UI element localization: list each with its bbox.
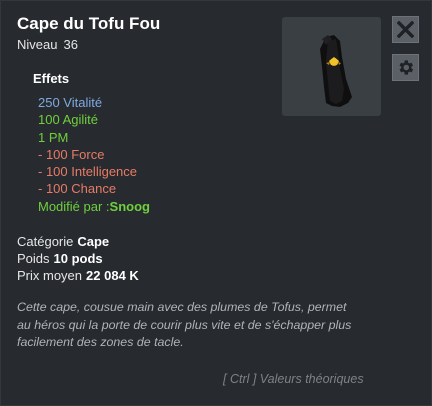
effect-line: 1 PM [38,129,69,145]
effect-line: - 100 Chance [38,181,117,197]
modified-by-line: Modifié par :Snoog [38,198,150,215]
effect-line: - 100 Force [38,146,105,162]
price-value: 22 084 K [86,268,139,283]
category-row: Catégorie Cape [17,233,139,250]
item-level: Niveau 36 [17,37,78,52]
effects-list: 250 Vitalité 100 Agilité 1 PM - 100 Forc… [38,94,150,215]
price-row: Prix moyen 22 084 K [17,267,139,284]
effects-title: Effets [33,71,70,86]
effect-line: 100 Agilité [38,112,98,128]
level-label: Niveau [17,37,58,52]
category-label: Catégorie [17,234,74,249]
item-image [282,17,381,116]
item-tooltip-panel: Cape du Tofu Fou Niveau 36 Effets 250 Vit… [0,0,432,406]
settings-button[interactable] [392,54,419,81]
modified-by-label: Modifié par : [38,198,110,214]
modified-by-name: Snoog [109,198,150,214]
gear-icon [399,60,414,75]
weight-value: 10 pods [53,251,103,266]
cape-illustration [320,35,352,107]
close-icon [397,21,414,38]
item-name: Cape du Tofu Fou [17,14,161,33]
ctrl-hint: [ Ctrl ] Valeurs théoriques [223,372,364,386]
level-value: 36 [63,37,78,52]
item-description: Cette cape, cousue main avec des plumes … [17,300,352,349]
weight-label: Poids [17,251,50,266]
effect-line: - 100 Intelligence [38,164,138,180]
price-label: Prix moyen [17,268,83,283]
close-button[interactable] [392,16,419,43]
weight-row: Poids 10 pods [17,250,139,267]
effect-line: 250 Vitalité [38,95,103,110]
item-info: Catégorie Cape Poids 10 pods Prix moyen 22 … [17,233,139,284]
category-value: Cape [77,234,110,249]
